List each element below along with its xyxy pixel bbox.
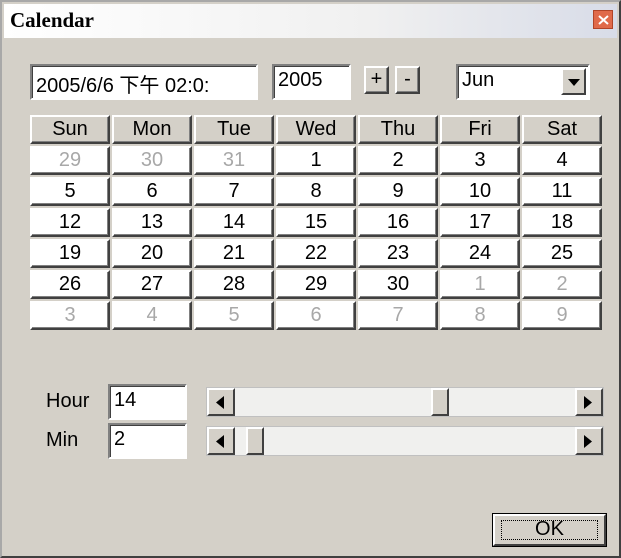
hour-slider-thumb[interactable] <box>431 388 449 416</box>
day-cell[interactable]: 4 <box>112 301 192 330</box>
day-cell[interactable]: 31 <box>194 146 274 175</box>
ok-button[interactable]: OK <box>493 514 606 546</box>
day-cell[interactable]: 1 <box>440 270 520 299</box>
day-cell[interactable]: 3 <box>440 146 520 175</box>
day-cell[interactable]: 12 <box>30 208 110 237</box>
day-cell[interactable]: 2 <box>522 270 602 299</box>
arrow-left-icon <box>216 396 224 409</box>
day-cell[interactable]: 23 <box>358 239 438 268</box>
day-cell[interactable]: 3 <box>30 301 110 330</box>
day-cell[interactable]: 6 <box>112 177 192 206</box>
window-title: Calendar <box>10 8 94 32</box>
day-cell[interactable]: 1 <box>276 146 356 175</box>
close-button[interactable] <box>593 10 613 29</box>
hour-field[interactable]: 14 <box>108 384 187 420</box>
month-dropdown-button[interactable] <box>561 68 586 95</box>
day-cell[interactable]: 24 <box>440 239 520 268</box>
weekday-header: Fri <box>440 115 520 144</box>
weekday-header: Thu <box>358 115 438 144</box>
month-select[interactable]: Jun <box>456 64 590 100</box>
weekday-header: Tue <box>194 115 274 144</box>
day-cell[interactable]: 13 <box>112 208 192 237</box>
day-cell[interactable]: 29 <box>30 146 110 175</box>
day-cell[interactable]: 16 <box>358 208 438 237</box>
day-cell[interactable]: 29 <box>276 270 356 299</box>
weekday-header: Mon <box>112 115 192 144</box>
hour-decrease-button[interactable] <box>207 388 235 416</box>
day-cell[interactable]: 6 <box>276 301 356 330</box>
day-cell[interactable]: 4 <box>522 146 602 175</box>
hour-label: Hour <box>46 390 90 412</box>
day-cell[interactable]: 27 <box>112 270 192 299</box>
hour-increase-button[interactable] <box>575 388 603 416</box>
day-cell[interactable]: 9 <box>522 301 602 330</box>
day-cell[interactable]: 9 <box>358 177 438 206</box>
weekday-header: Sun <box>30 115 110 144</box>
day-cell[interactable]: 22 <box>276 239 356 268</box>
min-label: Min <box>46 429 79 451</box>
arrow-right-icon <box>584 435 592 448</box>
day-cell[interactable]: 8 <box>440 301 520 330</box>
day-cell[interactable]: 15 <box>276 208 356 237</box>
day-cell[interactable]: 2 <box>358 146 438 175</box>
day-cell[interactable]: 26 <box>30 270 110 299</box>
day-cell[interactable]: 19 <box>30 239 110 268</box>
day-cell[interactable]: 5 <box>30 177 110 206</box>
day-cell[interactable]: 25 <box>522 239 602 268</box>
day-cell[interactable]: 10 <box>440 177 520 206</box>
close-icon <box>598 15 609 25</box>
calendar-window: Calendar 2005/6/6 下午 02:0: 2005 + - Jun … <box>0 0 621 558</box>
weekday-header: Wed <box>276 115 356 144</box>
arrow-right-icon <box>584 396 592 409</box>
year-decrement-button[interactable]: - <box>395 66 420 94</box>
title-bar[interactable]: Calendar <box>4 4 617 38</box>
day-cell[interactable]: 7 <box>194 177 274 206</box>
day-cell[interactable]: 11 <box>522 177 602 206</box>
day-cell[interactable]: 8 <box>276 177 356 206</box>
day-cell[interactable]: 20 <box>112 239 192 268</box>
day-cell[interactable]: 30 <box>112 146 192 175</box>
day-cell[interactable]: 14 <box>194 208 274 237</box>
day-cell[interactable]: 21 <box>194 239 274 268</box>
min-slider-thumb[interactable] <box>246 427 264 455</box>
datetime-field[interactable]: 2005/6/6 下午 02:0: <box>30 64 258 100</box>
year-field[interactable]: 2005 <box>272 64 351 100</box>
min-decrease-button[interactable] <box>207 427 235 455</box>
min-increase-button[interactable] <box>575 427 603 455</box>
min-slider[interactable] <box>206 426 604 456</box>
day-cell[interactable]: 17 <box>440 208 520 237</box>
arrow-left-icon <box>216 435 224 448</box>
day-cell[interactable]: 28 <box>194 270 274 299</box>
hour-slider[interactable] <box>206 387 604 417</box>
day-cell[interactable]: 5 <box>194 301 274 330</box>
weekday-header: Sat <box>522 115 602 144</box>
chevron-down-icon <box>568 79 580 86</box>
focus-rect <box>501 520 598 540</box>
min-field[interactable]: 2 <box>108 423 187 459</box>
year-increment-button[interactable]: + <box>364 66 389 94</box>
day-cell[interactable]: 30 <box>358 270 438 299</box>
month-select-value: Jun <box>462 69 495 91</box>
day-cell[interactable]: 7 <box>358 301 438 330</box>
day-cell[interactable]: 18 <box>522 208 602 237</box>
